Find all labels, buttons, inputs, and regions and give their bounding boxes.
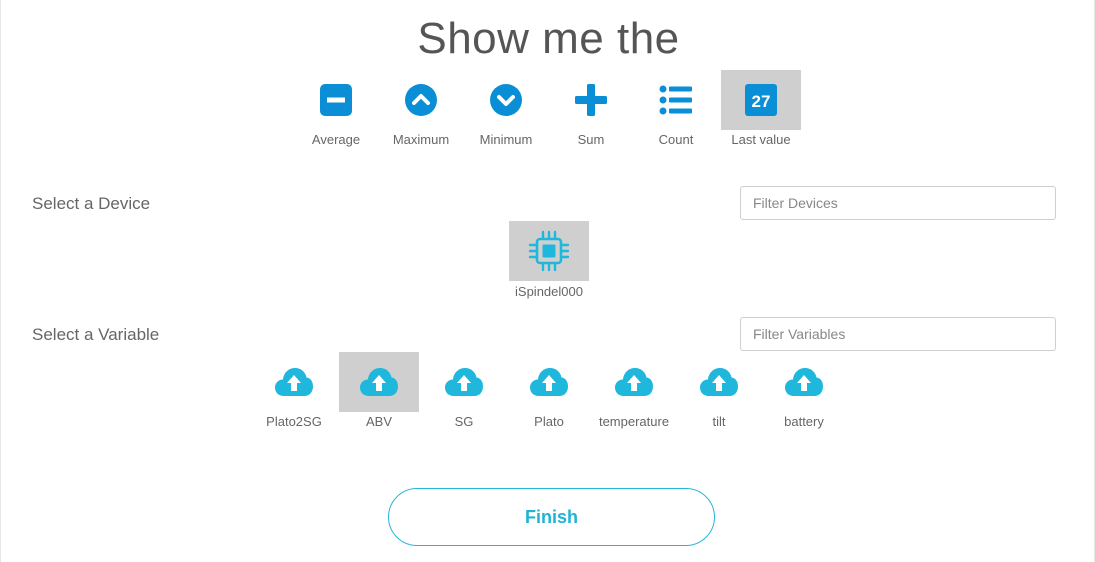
calendar-badge-number: 27 [752,92,771,111]
device-ispindel000-button[interactable] [509,221,589,281]
calendar-icon: 27 [745,84,777,116]
cloud-upload-icon [785,368,823,396]
aggregation-sum-button[interactable] [551,70,631,130]
chip-icon [528,230,570,272]
cloud-upload-icon [700,368,738,396]
aggregation-last-value-label: Last value [731,132,791,147]
page-title: Show me the [417,14,680,63]
cloud-upload-icon [445,368,483,396]
aggregation-maximum-button[interactable] [381,70,461,130]
filter-variables-input[interactable] [740,317,1056,351]
aggregation-count-button[interactable] [636,70,716,130]
select-variable-label: Select a Variable [32,325,160,344]
variable-battery-button[interactable] [764,352,844,412]
chevron-up-circle-icon [405,84,437,116]
variable-sg-button[interactable] [424,352,504,412]
chevron-down-circle-icon [490,84,522,116]
filter-devices-input[interactable] [740,186,1056,220]
cloud-upload-icon [360,368,398,396]
aggregation-minimum-button[interactable] [466,70,546,130]
device-ispindel000-label: iSpindel000 [515,284,583,299]
cloud-upload-icon [615,368,653,396]
list-icon [659,85,692,115]
variable-plato-button[interactable] [509,352,589,412]
variable-temperature-button[interactable] [594,352,674,412]
aggregation-average-button[interactable] [296,70,376,130]
widget-wizard-panel: Show me the Average Maximum Minimum Sum … [0,0,1095,562]
variable-tilt-button[interactable] [679,352,759,412]
select-device-label: Select a Device [32,194,151,213]
finish-button[interactable]: Finish [388,488,715,546]
variable-battery-label: battery [784,414,824,429]
aggregation-last-value-button[interactable]: 27 [721,70,801,130]
aggregation-options: Average Maximum Minimum Sum Count 27 Las… [294,70,804,160]
cloud-upload-icon [530,368,568,396]
cloud-upload-icon [275,368,313,396]
variable-plato2sg-button[interactable] [254,352,334,412]
variable-abv-button[interactable] [339,352,419,412]
plus-icon [575,84,607,116]
minus-square-icon [320,84,352,116]
